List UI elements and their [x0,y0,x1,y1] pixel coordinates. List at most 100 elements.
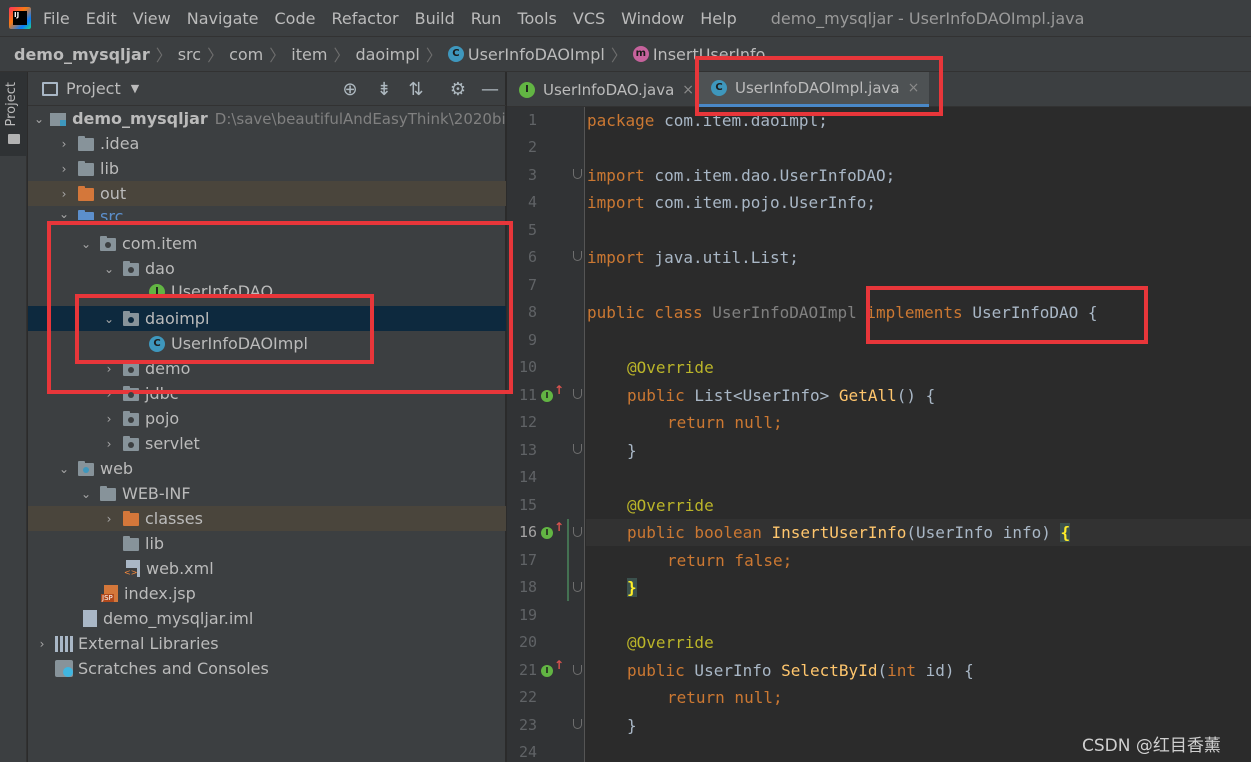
chevron-down-icon[interactable]: ⌄ [78,487,94,501]
fold-marker-icon[interactable] [573,719,582,729]
chevron-down-icon[interactable]: ⌄ [78,237,94,251]
fold-marker-icon[interactable] [573,389,582,399]
tab-label: UserInfoDAOImpl.java [735,79,900,97]
chevron-right-icon: 〉 [155,46,172,65]
chevron-down-icon[interactable]: ⌄ [101,312,117,326]
code-area[interactable]: package com.item.daoimpl; import com.ite… [586,107,1251,762]
tree-item-web-inf[interactable]: ⌄ WEB-INF [28,481,506,506]
fold-marker-icon[interactable] [573,527,582,537]
code-line-17: return false; [586,547,1251,574]
tree-item-label: WEB-INF [122,484,191,503]
vcs-change-marker[interactable] [567,519,569,601]
tree-item-label: daoimpl [145,309,210,328]
tree-item-servlet[interactable]: › servlet [28,431,506,456]
tree-item-userinfodao[interactable]: I UserInfoDAO [28,281,506,297]
implements-method-icon[interactable]: I [541,527,553,539]
tree-item-userinfodaoimpl[interactable]: C UserInfoDAOImpl [28,331,506,356]
tree-item-web-lib[interactable]: lib [28,531,506,556]
project-panel: Project ▼ ⊕ ⇟ ⇅ ⚙ — ⌄ demo_mysqljar D:\s… [28,72,506,762]
minimize-icon[interactable]: — [480,80,500,100]
menu-view[interactable]: View [125,9,179,28]
excluded-folder-icon [122,510,140,527]
fold-marker-icon[interactable] [573,169,582,179]
menu-help[interactable]: Help [692,9,744,28]
menu-refactor[interactable]: Refactor [323,9,406,28]
chevron-right-icon[interactable]: › [56,137,72,151]
chevron-down-icon[interactable]: ⌄ [34,112,44,126]
tree-item-index-jsp[interactable]: index.jsp [28,581,506,606]
menu-vcs[interactable]: VCS [565,9,613,28]
close-icon[interactable]: × [682,82,694,98]
tab-userinfodaoimpl[interactable]: C UserInfoDAOImpl.java × [699,72,929,107]
breadcrumb-item-src[interactable]: src [178,45,201,64]
chevron-down-icon[interactable]: ⌄ [101,262,117,276]
menu-run[interactable]: Run [463,9,510,28]
tree-item-pojo[interactable]: › pojo [28,406,506,431]
tree-item-scratches[interactable]: Scratches and Consoles [28,656,506,681]
fold-marker-icon[interactable] [573,665,582,675]
breadcrumb-item-method[interactable]: InsertUserInfo [653,45,766,64]
tab-userinfodao[interactable]: I UserInfoDAO.java × [507,72,697,107]
implements-method-icon[interactable]: I [541,665,553,677]
tree-item-lib[interactable]: › lib [28,156,506,181]
tree-item-demo[interactable]: › demo [28,356,506,381]
chevron-right-icon[interactable]: › [101,437,117,451]
chevron-right-icon[interactable]: › [56,162,72,176]
chevron-down-icon[interactable]: ⌄ [56,207,72,220]
folder-icon [122,535,140,552]
tree-item-idea[interactable]: › .idea [28,131,506,156]
menu-navigate[interactable]: Navigate [179,9,267,28]
tree-item-jdbc[interactable]: › jdbc [28,381,506,406]
menu-build[interactable]: Build [407,9,463,28]
xml-file-icon [124,560,140,577]
menu-edit[interactable]: Edit [78,9,125,28]
tree-item-label: out [100,184,127,203]
collapse-all-icon[interactable]: ⇟ [374,80,394,100]
expand-all-icon[interactable]: ⇅ [406,80,426,100]
tree-item-web-xml[interactable]: web.xml [28,556,506,581]
folder-icon [99,485,117,502]
tree-item-com-item[interactable]: ⌄ com.item [28,231,506,256]
breadcrumb-item-class[interactable]: UserInfoDAOImpl [468,45,605,64]
tree-item-daoimpl[interactable]: ⌄ daoimpl [28,306,506,331]
project-view-icon [42,81,58,96]
gear-icon[interactable]: ⚙ [448,80,468,100]
breadcrumb-item-com[interactable]: com [229,45,263,64]
breadcrumb-item-item[interactable]: item [291,45,327,64]
chevron-right-icon[interactable]: › [101,512,117,526]
tree-item-out[interactable]: › out [28,181,506,206]
code-method-name: GetAll [838,386,897,405]
menu-window[interactable]: Window [613,9,692,28]
tree-item-src[interactable]: ⌄ src [28,206,506,220]
tree-item-dao[interactable]: ⌄ dao [28,256,506,281]
fold-marker-icon[interactable] [573,444,582,454]
locate-file-icon[interactable]: ⊕ [340,80,360,100]
chevron-right-icon[interactable]: › [56,187,72,201]
code-text: com.item.pojo.UserInfo; [644,193,876,212]
chevron-down-icon[interactable]: ⌄ [56,462,72,476]
breadcrumb-item-daoimpl[interactable]: daoimpl [355,45,419,64]
tree-item-classes[interactable]: › classes [28,506,506,531]
close-icon[interactable]: × [908,80,920,96]
libraries-icon [55,635,73,652]
menu-file[interactable]: File [35,9,78,28]
method-icon: m [632,46,649,62]
chevron-right-icon[interactable]: › [101,362,117,376]
fold-marker-icon[interactable] [573,582,582,592]
tree-item-iml[interactable]: demo_mysqljar.iml [28,606,506,631]
fold-marker-icon[interactable] [573,251,582,261]
tree-item-web[interactable]: ⌄ web [28,456,506,481]
tree-item-project-root[interactable]: ⌄ demo_mysqljar D:\save\beautifulAndEasy… [28,106,506,131]
implements-method-icon[interactable]: I [541,390,553,402]
chevron-down-icon[interactable]: ▼ [131,82,139,95]
project-panel-title[interactable]: Project [66,79,121,98]
chevron-right-icon[interactable]: › [101,412,117,426]
project-tool-window-tab[interactable]: Project [0,72,27,156]
menu-code[interactable]: Code [267,9,324,28]
chevron-right-icon[interactable]: › [101,387,117,401]
interface-icon: I [519,81,535,98]
breadcrumb-item-project[interactable]: demo_mysqljar [14,45,150,64]
chevron-right-icon[interactable]: › [34,637,50,651]
menu-tools[interactable]: Tools [509,9,564,28]
tree-item-external-libraries[interactable]: › External Libraries [28,631,506,656]
